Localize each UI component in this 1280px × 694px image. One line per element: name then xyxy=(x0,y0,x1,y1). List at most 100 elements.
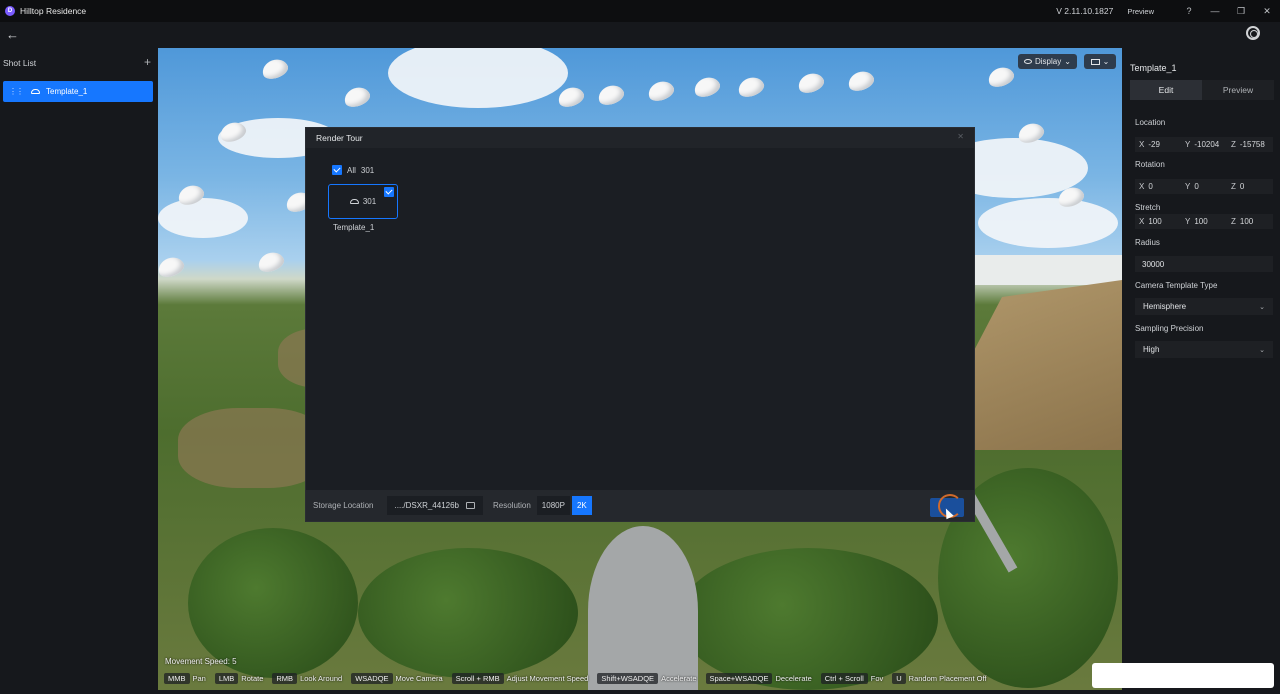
location-x-field[interactable]: X -29 xyxy=(1135,137,1181,152)
eye-icon xyxy=(1024,59,1032,64)
shortcut-key: U xyxy=(892,672,906,684)
resolution-label: Resolution xyxy=(492,501,531,510)
select-all-row[interactable]: All 301 xyxy=(332,165,374,175)
render-tour-dialog: Render Tour ✕ All 301 301 Template_1 Sto… xyxy=(305,127,975,522)
storage-path-field[interactable]: ..../DSXR_44126b xyxy=(386,496,483,515)
shot-list-title: Shot List xyxy=(3,58,37,68)
app-title: Hilltop Residence xyxy=(20,6,87,16)
shortcut-key: WSADQE xyxy=(351,672,393,684)
display-dropdown[interactable]: Display ⌄ xyxy=(1018,54,1077,69)
camera-template-type-label: Camera Template Type xyxy=(1135,281,1218,290)
monitor-icon xyxy=(1090,58,1100,65)
chevron-down-icon: ⌄ xyxy=(1064,57,1071,66)
location-y-field[interactable]: Y -10204 xyxy=(1181,137,1227,152)
rotation-z-field[interactable]: Z0 xyxy=(1227,179,1273,194)
camera-sample-marker xyxy=(595,82,627,108)
camera-sample-marker xyxy=(985,64,1017,90)
shortcut-action: Pan xyxy=(192,673,206,683)
shot-thumbnail[interactable]: 301 xyxy=(328,184,398,219)
close-icon[interactable]: ✕ xyxy=(1254,6,1280,17)
shortcut-action: Rotate xyxy=(241,673,264,683)
properties-tabs: Edit Preview xyxy=(1130,80,1274,100)
version-label: V 2.11.10.1827 xyxy=(1056,6,1114,16)
properties-title: Template_1 xyxy=(1130,63,1177,73)
cloud xyxy=(978,198,1118,248)
title-bar: D Hilltop Residence V 2.11.10.1827 Previ… xyxy=(0,0,1280,22)
titlebar-controls: V 2.11.10.1827 Preview ? — ❐ ✕ xyxy=(1056,0,1280,22)
back-arrow-icon[interactable]: ← xyxy=(6,27,19,42)
drag-handle-icon[interactable]: ⋮⋮ xyxy=(9,87,24,96)
folder-icon[interactable] xyxy=(465,502,475,509)
resolution-1080p-button[interactable]: 1080P xyxy=(536,496,570,515)
dialog-header: Render Tour ✕ xyxy=(306,128,974,148)
camera-template-type-select[interactable]: Hemisphere ⌄ xyxy=(1135,298,1273,315)
shortcut-key: Ctrl + Scroll xyxy=(820,672,868,684)
radius-field[interactable]: 30000 xyxy=(1135,256,1273,272)
select-all-checkbox[interactable] xyxy=(332,165,342,175)
camera-sample-marker xyxy=(691,74,723,100)
select-all-label: All xyxy=(347,165,356,175)
movement-speed-label: Movement Speed: 5 xyxy=(165,657,237,666)
notification-box xyxy=(1092,663,1274,688)
shortcut-key: RMB xyxy=(272,672,298,684)
shortcut-key: MMB xyxy=(164,672,190,684)
chevron-down-icon: ⌄ xyxy=(1259,303,1265,311)
shot-item-template-1[interactable]: ⋮⋮ Template_1 xyxy=(3,81,153,102)
camera-sample-marker xyxy=(735,74,767,100)
camera-sample-marker xyxy=(259,56,291,82)
camera-icon xyxy=(31,89,40,94)
shortcut-key: Shift+WSADQE xyxy=(597,672,659,684)
dialog-title: Render Tour xyxy=(316,133,363,143)
stretch-fields: X 100 Y 100 Z 100 xyxy=(1135,214,1273,229)
camera-sample-marker xyxy=(255,249,287,275)
sampling-precision-label: Sampling Precision xyxy=(1135,324,1204,333)
shot-list-panel: Shot List + ⋮⋮ Template_1 xyxy=(0,48,158,694)
toolbar: ← xyxy=(0,22,1280,48)
location-fields: X -29 Y -10204 Z -15758 xyxy=(1135,137,1273,152)
thumbnail-checkbox[interactable] xyxy=(384,187,394,197)
camera-sample-marker xyxy=(845,68,877,94)
chevron-down-icon: ⌄ xyxy=(1259,346,1265,354)
rotation-fields: X0 Y0 Z0 xyxy=(1135,179,1273,194)
road xyxy=(588,526,698,690)
view-mode-dropdown[interactable]: ⌄ xyxy=(1084,54,1116,69)
rotation-y-field[interactable]: Y0 xyxy=(1181,179,1227,194)
restore-icon[interactable]: ❐ xyxy=(1228,6,1254,17)
shortcut-key: LMB xyxy=(214,672,239,684)
chevron-down-icon: ⌄ xyxy=(1102,57,1110,66)
rotation-x-field[interactable]: X0 xyxy=(1135,179,1181,194)
storage-path-value: ..../DSXR_44126b xyxy=(394,501,459,510)
tab-preview[interactable]: Preview xyxy=(1202,80,1274,100)
shortcut-action: Decelerate xyxy=(775,673,812,683)
rotation-label: Rotation xyxy=(1135,160,1165,169)
app-logo-icon: D xyxy=(5,6,15,16)
settings-icon[interactable] xyxy=(1246,26,1260,40)
help-icon[interactable]: ? xyxy=(1176,6,1202,16)
minimize-icon[interactable]: — xyxy=(1202,6,1228,16)
sampling-precision-select[interactable]: High ⌄ xyxy=(1135,341,1273,358)
snow-area xyxy=(962,255,1122,285)
stretch-y-field[interactable]: Y 100 xyxy=(1181,214,1227,229)
camera-sample-marker xyxy=(645,78,677,104)
tree-cluster xyxy=(188,528,358,678)
close-icon[interactable]: ✕ xyxy=(957,132,964,141)
stretch-x-field[interactable]: X 100 xyxy=(1135,214,1181,229)
shortcut-bar: MMB Pan LMB Rotate RMB Look Around WSADQE Mo… xyxy=(164,670,993,686)
tab-edit[interactable]: Edit xyxy=(1130,80,1202,100)
radius-label: Radius xyxy=(1135,238,1160,247)
preview-button[interactable]: Preview xyxy=(1127,7,1154,16)
shortcut-action: Move Camera xyxy=(395,673,443,683)
camera-template-type-value: Hemisphere xyxy=(1143,302,1187,311)
tree-cluster xyxy=(358,548,578,678)
shortcut-action: Adjust Movement Speed xyxy=(506,673,589,683)
shortcut-action: Accelerate xyxy=(661,673,697,683)
resolution-2k-button[interactable]: 2K xyxy=(571,496,592,515)
location-label: Location xyxy=(1135,118,1166,127)
thumbnail-label: Template_1 xyxy=(333,223,375,232)
shortcut-action: Fov xyxy=(870,673,884,683)
stretch-z-field[interactable]: Z 100 xyxy=(1227,214,1273,229)
select-all-count: 301 xyxy=(360,165,375,175)
add-shot-icon[interactable]: + xyxy=(144,56,151,68)
location-z-field[interactable]: Z -15758 xyxy=(1227,137,1273,152)
camera-icon xyxy=(349,199,359,204)
